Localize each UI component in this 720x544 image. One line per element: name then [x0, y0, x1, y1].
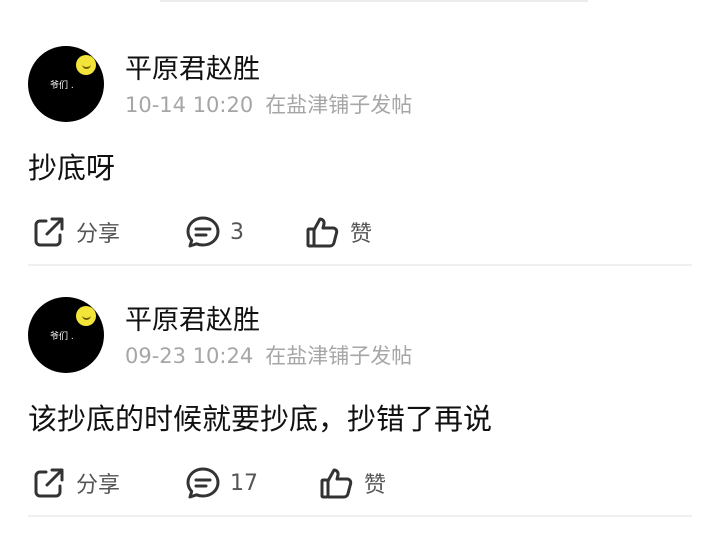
- top-divider: [160, 0, 588, 2]
- comment-button[interactable]: 17: [184, 463, 258, 503]
- post-actions: 分享 17 赞: [0, 461, 720, 505]
- share-icon: [34, 217, 64, 247]
- share-label: 分享: [76, 222, 121, 247]
- post-content[interactable]: 该抄底的时候就要抄底，抄错了再说: [28, 396, 492, 438]
- post-location: 在盐津铺子发帖: [265, 344, 413, 368]
- comment-button[interactable]: 3: [184, 212, 244, 252]
- share-icon: [34, 468, 64, 498]
- comment-icon: [186, 216, 220, 248]
- avatar[interactable]: 爷们 .: [28, 46, 104, 122]
- post-content[interactable]: 抄底呀: [28, 145, 115, 187]
- share-label: 分享: [76, 473, 121, 498]
- like-button[interactable]: 赞: [318, 463, 386, 503]
- comment-count: 17: [230, 470, 258, 496]
- like-label: 赞: [364, 473, 387, 498]
- post-meta: 10-14 10:20 在盐津铺子发帖: [125, 89, 412, 119]
- thumbs-up-icon: [306, 217, 339, 248]
- share-button[interactable]: 分享: [30, 212, 120, 252]
- like-button[interactable]: 赞: [304, 212, 372, 252]
- post-divider: [28, 515, 692, 517]
- post-date: 10-14 10:20: [125, 93, 254, 117]
- like-label: 赞: [350, 222, 373, 247]
- post-divider: [28, 264, 692, 266]
- avatar[interactable]: 爷们 .: [28, 297, 104, 373]
- post-date: 09-23 10:24: [125, 344, 254, 368]
- avatar-sticker-icon: [76, 306, 96, 326]
- avatar-sticker-icon: [76, 55, 96, 75]
- thumbs-up-icon: [320, 468, 353, 499]
- post-actions: 分享 3 赞: [0, 210, 720, 254]
- avatar-text: 爷们 .: [50, 81, 74, 91]
- username[interactable]: 平原君赵胜: [125, 47, 260, 86]
- post-location: 在盐津铺子发帖: [265, 93, 413, 117]
- avatar-text: 爷们 .: [50, 332, 74, 342]
- comment-count: 3: [230, 219, 244, 245]
- comment-icon: [186, 467, 220, 499]
- username[interactable]: 平原君赵胜: [125, 298, 260, 337]
- post-meta: 09-23 10:24 在盐津铺子发帖: [125, 340, 412, 370]
- share-button[interactable]: 分享: [30, 463, 120, 503]
